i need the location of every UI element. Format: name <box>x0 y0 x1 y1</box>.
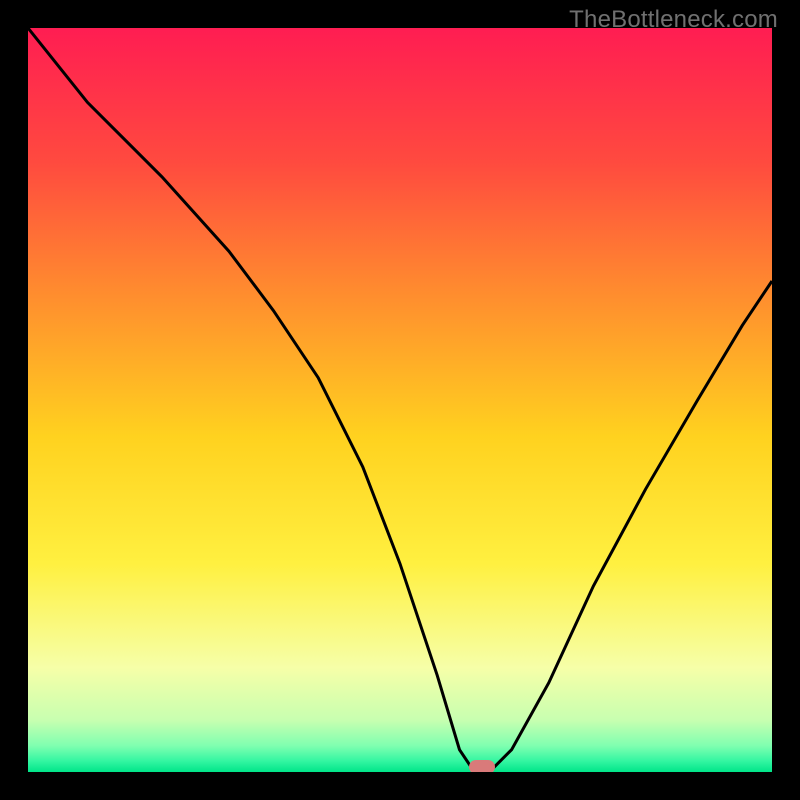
plot-area <box>28 28 772 772</box>
bottleneck-chart: TheBottleneck.com <box>0 0 800 800</box>
bottleneck-curve <box>28 28 772 772</box>
curve-layer <box>28 28 772 772</box>
optimal-marker <box>469 760 495 772</box>
